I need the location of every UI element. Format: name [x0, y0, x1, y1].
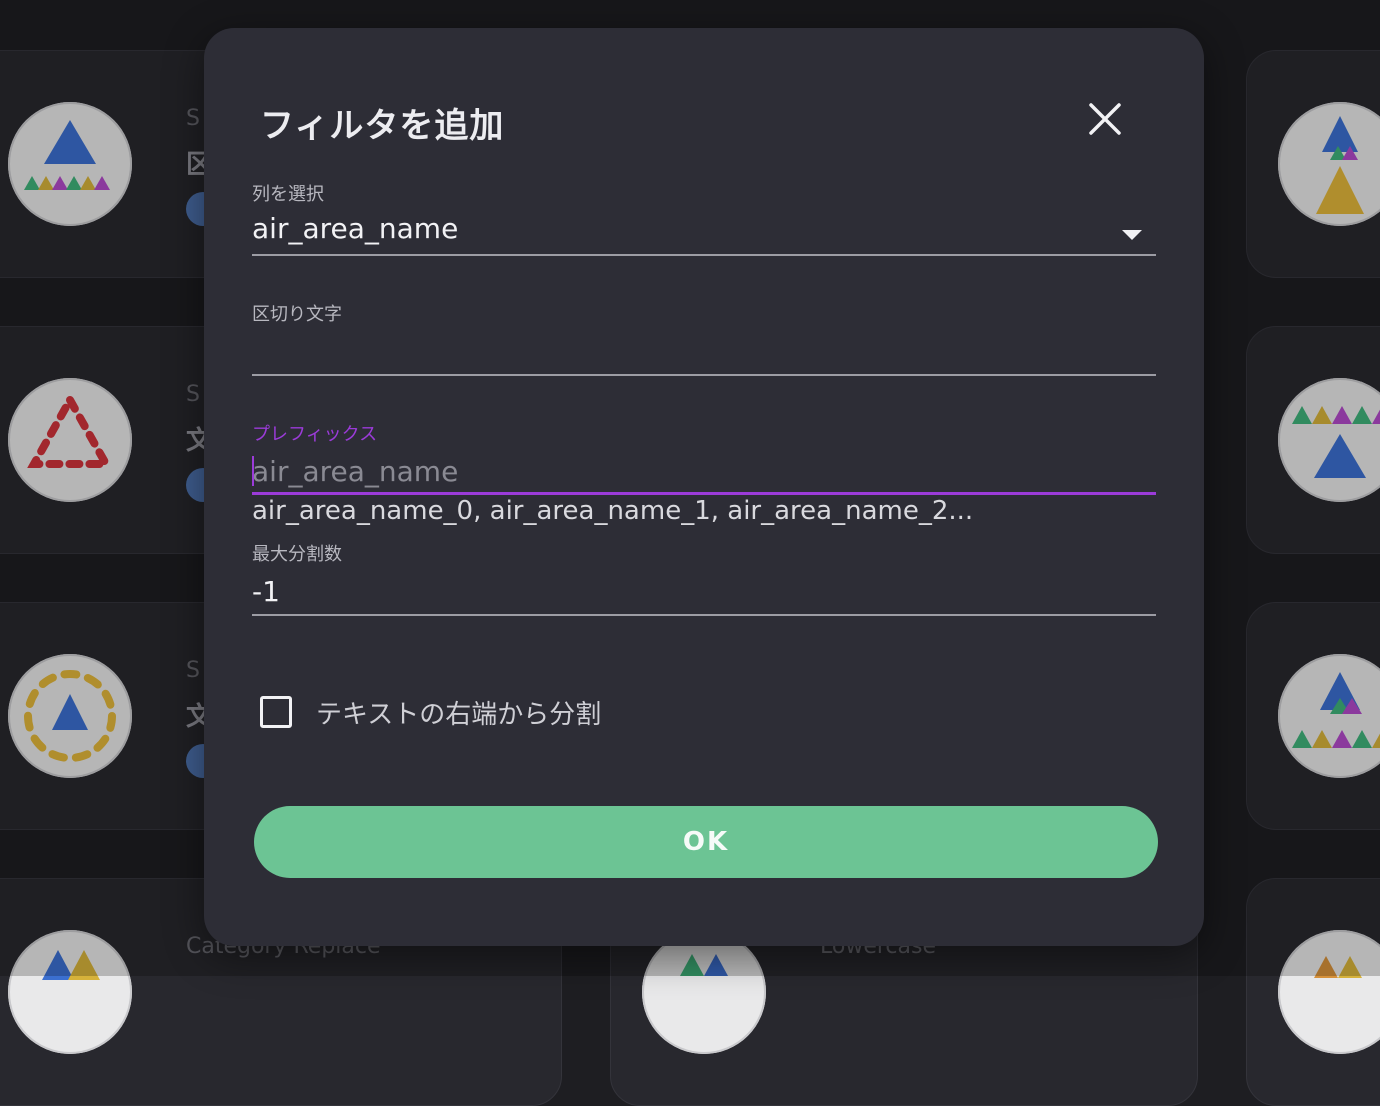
max-split-underline: [252, 614, 1156, 616]
split-from-right-label: テキストの右端から分割: [316, 700, 602, 730]
add-filter-dialog: フィルタを追加 列を選択 air_area_name 区切り文字 プレフィックス…: [204, 28, 1204, 946]
ok-button[interactable]: OK: [254, 806, 1158, 878]
column-select[interactable]: 列を選択 air_area_name: [252, 180, 1156, 260]
prefix-field[interactable]: プレフィックス air_area_name_0, air_area_name_1…: [252, 420, 1156, 530]
text-caret: [252, 456, 254, 486]
max-split-input[interactable]: [252, 572, 1156, 610]
max-split-field[interactable]: 最大分割数: [252, 540, 1156, 620]
separator-field[interactable]: 区切り文字: [252, 300, 1156, 380]
separator-label: 区切り文字: [252, 304, 342, 325]
column-select-underline: [252, 254, 1156, 256]
dialog-title: フィルタを追加: [260, 106, 505, 146]
prefix-input[interactable]: [252, 452, 1156, 490]
max-split-label: 最大分割数: [252, 544, 342, 565]
close-button[interactable]: [1084, 98, 1126, 140]
prefix-label: プレフィックス: [252, 424, 378, 445]
prefix-helper-text: air_area_name_0, air_area_name_1, air_ar…: [252, 496, 974, 526]
chevron-down-icon: [1122, 230, 1142, 240]
split-from-right-checkbox[interactable]: [260, 696, 292, 728]
prefix-underline: [252, 492, 1156, 495]
column-select-value: air_area_name: [252, 212, 459, 245]
close-icon: [1089, 103, 1121, 135]
separator-input[interactable]: [252, 334, 1156, 370]
column-select-label: 列を選択: [252, 184, 324, 205]
separator-underline: [252, 374, 1156, 376]
